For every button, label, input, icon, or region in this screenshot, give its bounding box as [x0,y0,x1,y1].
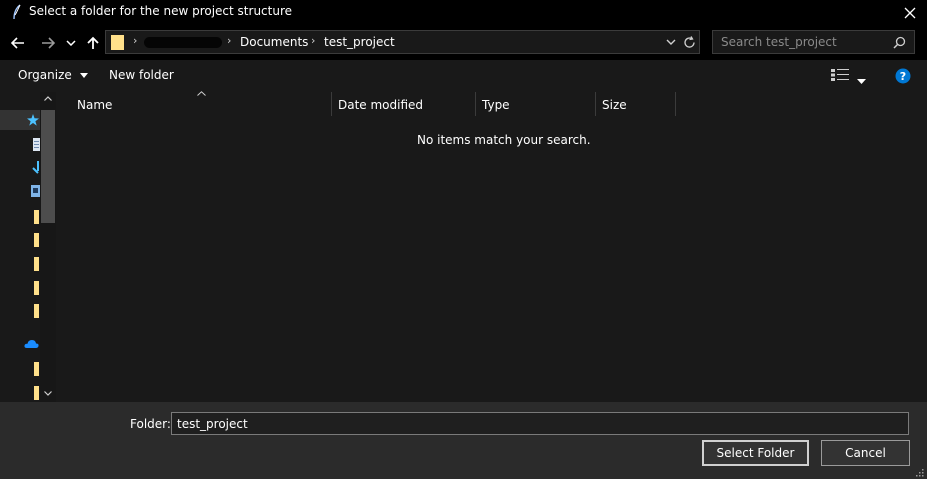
column-header-name[interactable]: Name [77,98,112,112]
breadcrumb-documents[interactable]: Documents [240,35,308,49]
folder-icon[interactable] [34,233,39,247]
scroll-down-icon[interactable] [44,391,52,396]
cancel-button[interactable]: Cancel [821,440,910,466]
chevron-down-icon[interactable] [666,39,676,46]
folder-name-input[interactable] [171,412,909,435]
refresh-icon[interactable] [683,36,696,49]
folder-label: Folder: [130,417,171,431]
breadcrumb-separator: › [311,34,316,47]
arrow-left-icon [11,37,24,49]
back-button[interactable] [8,32,28,54]
command-toolbar: Organize New folder ? [0,60,927,92]
redacted-username [144,37,222,48]
organize-label: Organize [18,68,72,82]
breadcrumb-separator: › [227,34,232,47]
title-bar: Select a folder for the new project stru… [0,0,927,26]
view-menu-button[interactable] [857,73,866,87]
search-placeholder: Search test_project [721,35,837,49]
download-icon[interactable] [32,161,40,174]
column-header-type[interactable]: Type [482,98,510,112]
svg-text:?: ? [900,70,906,83]
new-folder-button[interactable]: New folder [109,68,174,82]
folder-icon[interactable] [34,386,39,400]
breadcrumb-separator: › [133,34,138,47]
arrow-right-icon [42,37,55,49]
column-header-date-modified[interactable]: Date modified [338,98,423,112]
nav-item-quick-access[interactable] [0,110,40,130]
scrollbar-thumb[interactable] [41,110,55,223]
forward-button[interactable] [38,32,58,54]
column-divider[interactable] [675,92,676,116]
details-view-icon [831,69,849,81]
star-icon [27,114,39,126]
folder-icon [111,35,124,50]
document-icon[interactable] [33,138,40,151]
up-button[interactable] [84,32,102,54]
folder-icon[interactable] [34,304,39,318]
folder-icon[interactable] [34,281,39,295]
close-icon [904,7,916,19]
organize-button[interactable]: Organize [18,68,88,82]
address-bar[interactable]: › › Documents › test_project [105,30,700,54]
help-icon: ? [895,68,911,84]
window-title: Select a folder for the new project stru… [29,4,293,18]
folder-icon[interactable] [34,257,39,271]
arrow-up-icon [87,36,99,49]
column-divider[interactable] [331,92,332,116]
recent-locations-button[interactable] [64,32,78,54]
help-button[interactable]: ? [895,68,911,87]
column-header-size[interactable]: Size [602,98,627,112]
feather-pen-icon [13,4,21,20]
view-options-button[interactable] [831,69,849,84]
breadcrumb-test-project[interactable]: test_project [324,35,395,49]
scroll-up-icon[interactable] [44,96,52,101]
caret-down-icon [857,79,866,84]
sort-ascending-icon [197,91,206,96]
folder-icon[interactable] [34,210,39,224]
select-folder-button[interactable]: Select Folder [702,440,809,466]
onedrive-cloud-icon[interactable] [24,339,39,349]
column-divider[interactable] [595,92,596,116]
caret-down-icon [79,73,88,78]
search-icon [893,36,906,49]
column-divider[interactable] [475,92,476,116]
chevron-down-icon [66,40,76,46]
search-input[interactable]: Search test_project [712,30,915,54]
resize-grip-icon[interactable] [914,467,924,477]
folder-icon[interactable] [34,362,39,376]
close-button[interactable] [893,0,927,26]
pictures-icon[interactable] [31,185,40,197]
empty-folder-message: No items match your search. [417,133,591,147]
